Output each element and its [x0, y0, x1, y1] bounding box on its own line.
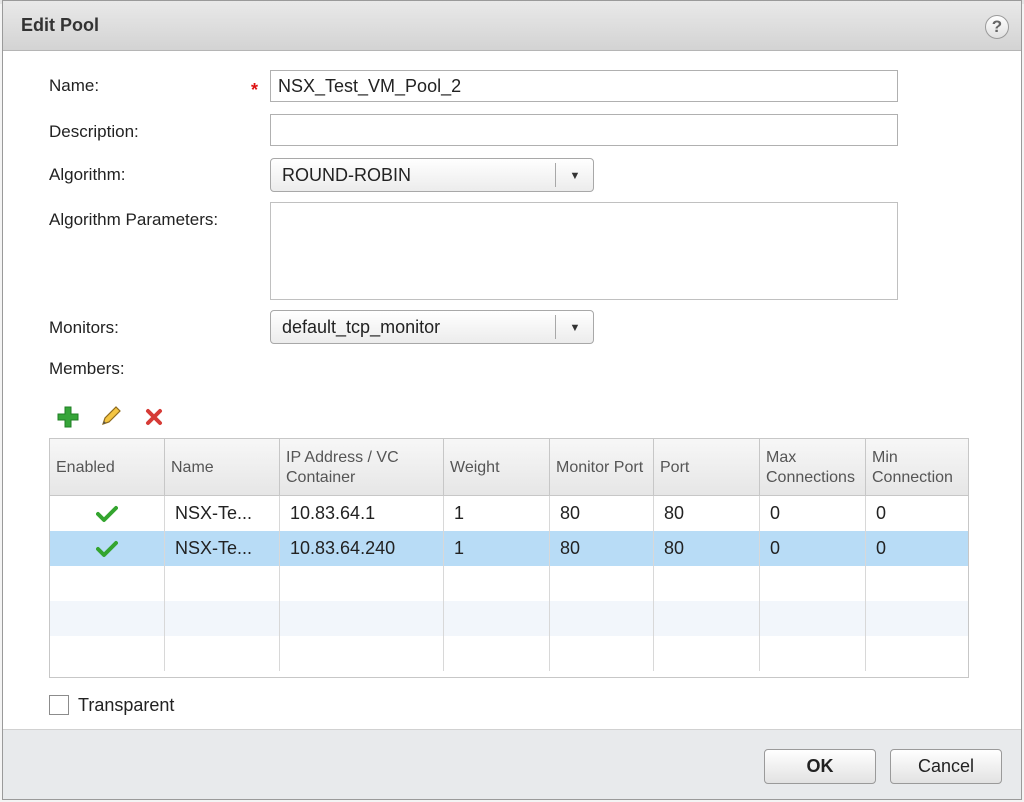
add-icon — [57, 406, 79, 428]
algorithm-label: Algorithm: — [49, 165, 126, 184]
algorithm-parameters-textarea[interactable] — [270, 202, 898, 300]
algorithm-select[interactable]: ROUND-ROBIN ▼ — [270, 158, 594, 192]
column-header-port[interactable]: Port — [654, 439, 760, 496]
empty-cell — [550, 566, 654, 601]
help-button[interactable]: ? — [985, 15, 1009, 39]
empty-cell — [550, 601, 654, 636]
column-header-enabled[interactable]: Enabled — [50, 439, 165, 496]
column-header-ip-address[interactable]: IP Address / VC Container — [280, 439, 444, 496]
member-monitor-port-cell: 80 — [550, 531, 654, 566]
column-header-min-connection[interactable]: Min Connection — [866, 439, 968, 496]
empty-cell — [550, 636, 654, 671]
empty-table-row — [50, 636, 968, 671]
empty-cell — [50, 601, 165, 636]
cancel-button[interactable]: Cancel — [890, 749, 1002, 784]
empty-cell — [654, 601, 760, 636]
empty-cell — [280, 566, 444, 601]
enabled-cell — [50, 531, 165, 566]
select-separator — [555, 163, 556, 187]
member-max-connections-cell: 0 — [760, 531, 866, 566]
table-header: Enabled Name IP Address / VC Container W… — [50, 439, 968, 496]
dialog-title: Edit Pool — [21, 15, 99, 35]
algorithm-parameters-label: Algorithm Parameters: — [49, 210, 219, 229]
empty-cell — [165, 636, 280, 671]
empty-cell — [866, 601, 968, 636]
add-member-button[interactable] — [55, 405, 81, 431]
empty-cell — [165, 601, 280, 636]
empty-cell — [165, 566, 280, 601]
empty-cell — [444, 601, 550, 636]
monitors-select[interactable]: default_tcp_monitor ▼ — [270, 310, 594, 344]
ok-button[interactable]: OK — [764, 749, 876, 784]
delete-member-button[interactable] — [141, 405, 167, 431]
member-port-cell: 80 — [654, 531, 760, 566]
name-label: Name: — [49, 76, 100, 95]
algorithm-value: ROUND-ROBIN — [282, 165, 411, 185]
empty-cell — [654, 566, 760, 601]
pencil-icon — [102, 406, 121, 425]
dialog-titlebar: Edit Pool ? — [3, 1, 1021, 51]
transparent-label: Transparent — [78, 695, 175, 715]
select-separator — [555, 315, 556, 339]
members-label: Members: — [49, 359, 125, 378]
empty-table-row — [50, 601, 968, 636]
empty-table-row — [50, 566, 968, 601]
empty-cell — [760, 636, 866, 671]
column-header-name[interactable]: Name — [165, 439, 280, 496]
member-weight-cell: 1 — [444, 531, 550, 566]
description-input[interactable] — [270, 114, 898, 146]
transparent-checkbox[interactable] — [49, 695, 69, 715]
member-port-cell: 80 — [654, 496, 760, 531]
members-table: Enabled Name IP Address / VC Container W… — [49, 438, 969, 678]
member-name-cell: NSX-Te... — [165, 531, 280, 566]
empty-cell — [280, 636, 444, 671]
chevron-down-icon[interactable]: ▼ — [567, 320, 583, 336]
member-name-cell: NSX-Te... — [165, 496, 280, 531]
member-monitor-port-cell: 80 — [550, 496, 654, 531]
column-header-max-connections[interactable]: Max Connections — [760, 439, 866, 496]
member-min-connection-cell: 0 — [876, 538, 887, 558]
empty-cell — [654, 636, 760, 671]
empty-cell — [280, 601, 444, 636]
delete-icon — [146, 409, 162, 425]
empty-cell — [444, 636, 550, 671]
member-min-connection-cell: 0 — [876, 503, 887, 523]
empty-cell — [50, 566, 165, 601]
edit-member-button[interactable] — [98, 405, 124, 431]
empty-cell — [760, 566, 866, 601]
empty-cell — [760, 601, 866, 636]
table-row-selected[interactable]: NSX-Te... 10.83.64.240 1 80 80 0 0 — [50, 531, 968, 566]
chevron-down-icon[interactable]: ▼ — [567, 168, 583, 184]
name-input[interactable] — [270, 70, 898, 102]
member-ip-cell: 10.83.64.240 — [280, 531, 444, 566]
column-header-monitor-port[interactable]: Monitor Port — [550, 439, 654, 496]
monitors-value: default_tcp_monitor — [282, 317, 441, 337]
empty-cell — [444, 566, 550, 601]
member-max-connections-cell: 0 — [760, 496, 866, 531]
empty-cell — [50, 636, 165, 671]
check-icon — [96, 505, 118, 522]
enabled-cell — [50, 496, 165, 531]
check-icon — [96, 540, 118, 557]
monitors-label: Monitors: — [49, 318, 119, 337]
description-label: Description: — [49, 122, 139, 141]
member-ip-cell: 10.83.64.1 — [280, 496, 444, 531]
member-weight-cell: 1 — [444, 496, 550, 531]
table-row[interactable]: NSX-Te... 10.83.64.1 1 80 80 0 0 — [50, 496, 968, 531]
required-indicator: * — [251, 80, 259, 100]
column-header-weight[interactable]: Weight — [444, 439, 550, 496]
empty-cell — [866, 566, 968, 601]
empty-cell — [866, 636, 968, 671]
edit-pool-dialog: Edit Pool ? Name: * Description: Algorit… — [2, 0, 1022, 800]
